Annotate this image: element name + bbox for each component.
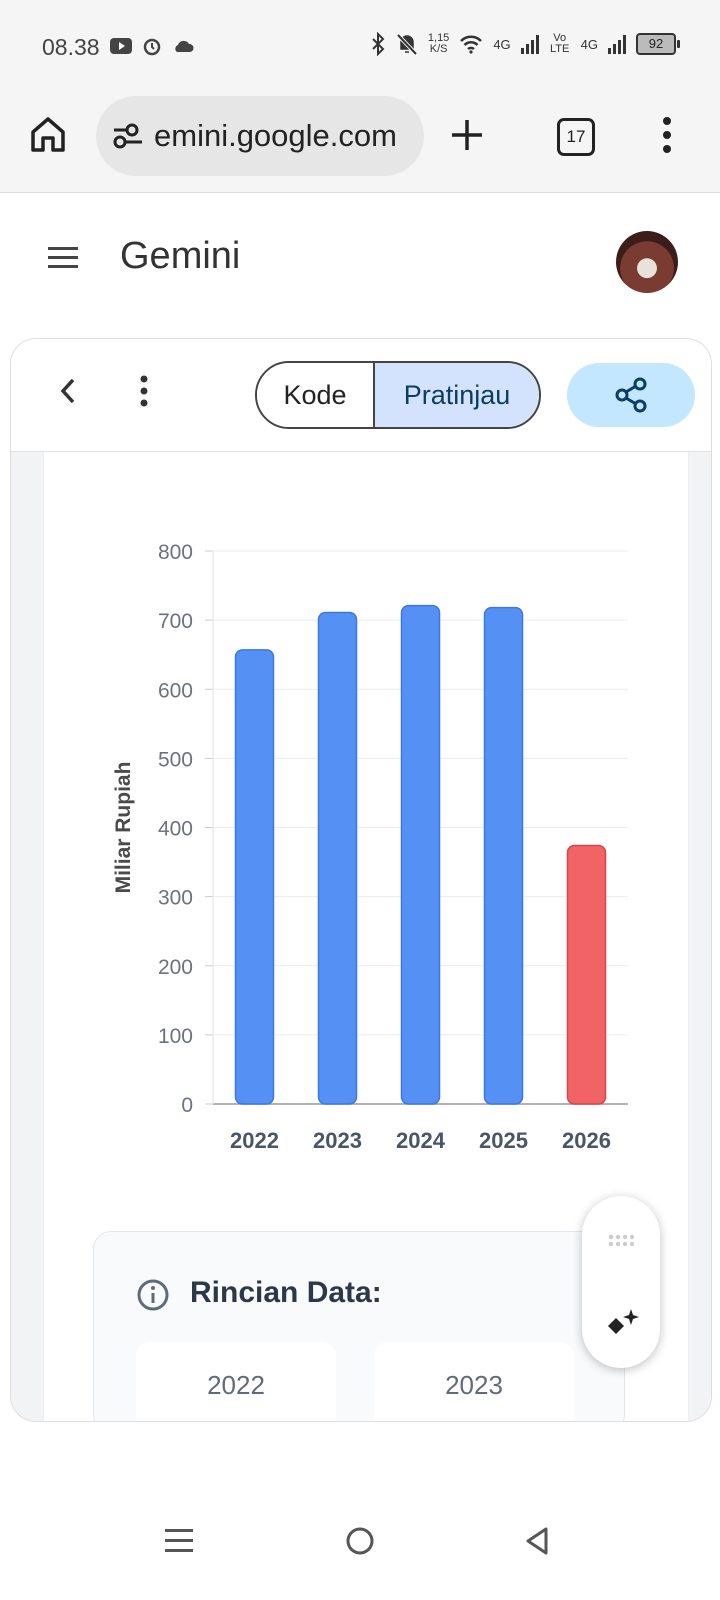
data-details-panel: Rincian Data: 2022 2023: [93, 1231, 625, 1421]
avatar[interactable]: [616, 231, 678, 293]
site-settings-icon[interactable]: [112, 122, 144, 150]
y-tick-label: 800: [158, 541, 193, 564]
url-text[interactable]: emini.google.com: [154, 118, 414, 154]
y-tick-label: 200: [158, 956, 193, 979]
share-button[interactable]: [567, 363, 695, 427]
app-header: Gemini: [0, 193, 720, 331]
alarm-icon: [143, 38, 161, 56]
x-tick-label: 2023: [313, 1128, 362, 1153]
system-icons: 1,15 K/S 4G Vo LTE 4G 92: [370, 32, 680, 56]
bar-chart: 0 100 200 300 400 500 600 700 800 Miliar Rupiah 20…: [112, 541, 628, 1153]
app-title: Gemini: [120, 235, 241, 277]
y-tick-label: 700: [158, 610, 193, 633]
home-icon[interactable]: [28, 114, 68, 154]
bar-2023: [317, 611, 358, 1105]
battery-indicator: 92: [636, 33, 680, 55]
system-nav-bar: [0, 1490, 720, 1600]
view-toggle: Kode Pratinjau: [255, 361, 541, 429]
browser-toolbar: emini.google.com 17: [0, 92, 720, 193]
volte-label: Vo LTE: [549, 32, 570, 55]
y-tick-label: 0: [181, 1094, 193, 1117]
floating-tools: [582, 1196, 660, 1368]
wifi-icon: [460, 35, 483, 54]
mute-bell-icon: [396, 33, 418, 56]
network-speed: 1,15 K/S: [428, 33, 449, 55]
x-tick-label: 2024: [396, 1128, 446, 1153]
back-nav-icon[interactable]: [524, 1526, 550, 1556]
cloud-icon: [175, 40, 194, 52]
signal-icon-2: [608, 35, 626, 54]
bluetooth-icon: [372, 32, 385, 56]
more-menu-icon[interactable]: [662, 116, 672, 154]
sparkle-edit-icon[interactable]: [604, 1306, 640, 1342]
bar-2024: [400, 604, 441, 1105]
bar-2025: [483, 606, 524, 1105]
notification-icons: [110, 36, 194, 56]
signal-icon: [520, 35, 539, 54]
share-icon: [615, 377, 647, 413]
x-tick-label: 2025: [479, 1128, 528, 1153]
y-tick-label: 400: [158, 818, 193, 841]
clock: 08.38: [42, 34, 100, 60]
x-tick-label: 2022: [230, 1128, 279, 1153]
bar-2026: [566, 844, 607, 1105]
bar-2022: [234, 649, 275, 1105]
back-icon[interactable]: [59, 377, 77, 405]
y-tick-label: 600: [158, 679, 193, 702]
address-bar[interactable]: emini.google.com: [96, 96, 424, 176]
drag-handle-icon[interactable]: [608, 1234, 634, 1246]
y-axis-label: Miliar Rupiah: [112, 762, 135, 894]
menu-icon[interactable]: [48, 246, 78, 270]
network-type-1: 4G: [493, 36, 511, 52]
home-nav-icon[interactable]: [345, 1526, 375, 1556]
recents-icon[interactable]: [165, 1528, 193, 1554]
x-tick-label: 2026: [562, 1128, 611, 1153]
more-options-icon[interactable]: [139, 375, 149, 407]
detail-card-2022[interactable]: 2022: [136, 1342, 336, 1421]
y-tick-label: 300: [158, 887, 193, 910]
network-type-2: 4G: [580, 36, 598, 52]
info-icon: [137, 1279, 169, 1311]
status-bar: 08.38 1,15 K/S 4G Vo LTE 4G 92: [0, 0, 720, 92]
y-tick-label: 100: [158, 1025, 193, 1048]
new-tab-icon[interactable]: [450, 118, 484, 152]
youtube-icon: [110, 38, 132, 54]
canvas-toolbar: Kode Pratinjau: [11, 339, 711, 452]
tab-switcher-button[interactable]: 17: [557, 118, 595, 156]
tab-preview[interactable]: Pratinjau: [375, 363, 539, 427]
y-tick-label: 500: [158, 748, 193, 771]
tab-code[interactable]: Kode: [257, 363, 375, 427]
speed-unit: K/S: [429, 43, 448, 55]
detail-card-2023[interactable]: 2023: [374, 1342, 574, 1421]
details-title: Rincian Data:: [190, 1276, 382, 1309]
